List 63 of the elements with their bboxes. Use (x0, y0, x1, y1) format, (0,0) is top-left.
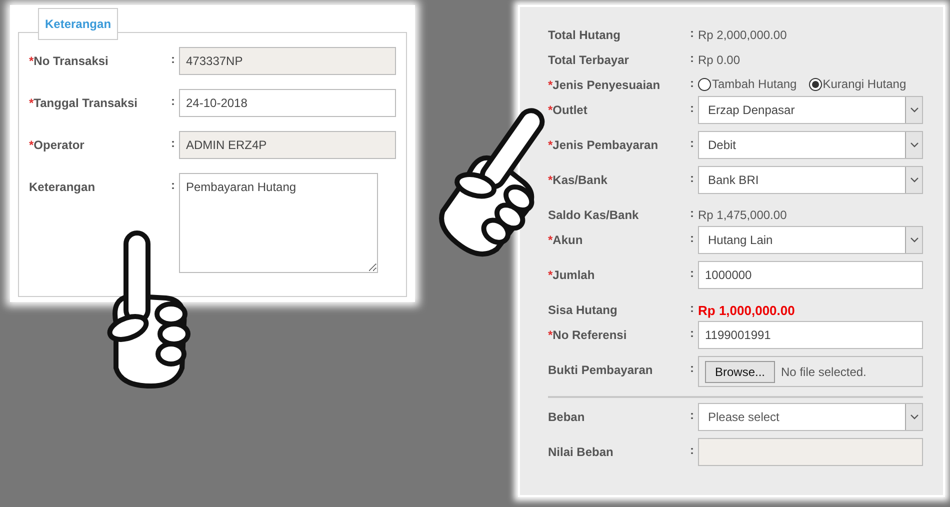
field-label: *No Transaksi (29, 53, 110, 70)
input-field[interactable]: 24-10-2018 (179, 89, 396, 117)
field-label: Nilai Beban (548, 444, 614, 461)
colon-text: : (171, 51, 176, 68)
colon-text: : (171, 177, 176, 194)
field-label: *Tanggal Transaksi (29, 95, 138, 112)
field-label: Total Hutang (548, 27, 622, 44)
radio-option[interactable]: Kurangi Hutang (808, 71, 906, 93)
field-label: Sisa Hutang (548, 302, 618, 319)
field-label: Total Terbayar (548, 52, 630, 69)
field-label: *Operator (29, 137, 86, 154)
chevron-icon (910, 142, 918, 148)
browse-button[interactable]: Browse... (705, 360, 776, 382)
colon-text: : (690, 25, 695, 42)
chevron-icon (910, 177, 918, 183)
chevron-icon (910, 107, 918, 113)
colon-text: : (690, 170, 695, 187)
colon-text: : (690, 325, 695, 342)
field-label: *Akun (548, 232, 584, 249)
field-label: *No Referensi (548, 327, 628, 344)
colon-text: : (690, 360, 695, 377)
chevron-icon (910, 237, 918, 243)
field-label: Bukti Pembayaran (548, 362, 654, 379)
colon-text: : (171, 135, 176, 152)
fieldset-legend: Keterangan (38, 8, 118, 40)
colon-text: : (690, 442, 695, 459)
field-label: *Jenis Penyesuaian (548, 77, 662, 94)
colon-text: : (171, 93, 176, 110)
chevron-icon (910, 414, 918, 420)
field-label: *Jenis Pembayaran (548, 137, 660, 154)
value-text: Rp 1,475,000.00 (698, 207, 787, 224)
select-field[interactable]: Debit (698, 131, 923, 159)
radio-option[interactable]: Tambah Hutang (698, 71, 797, 93)
colon-text: : (690, 75, 695, 92)
field-label: Keterangan (29, 179, 96, 196)
value-text: Rp 2,000,000.00 (698, 27, 787, 44)
colon-text: : (690, 407, 695, 424)
select-field[interactable]: Erzap Denpasar (698, 96, 923, 124)
colon-text: : (690, 265, 695, 282)
input-field[interactable]: 1199001991 (698, 321, 923, 349)
field-label: *Jumlah (548, 267, 596, 284)
text-area[interactable]: Pembayaran Hutang (179, 173, 378, 273)
file-field[interactable]: Browse... No file selected. (698, 356, 923, 387)
colon-text: : (690, 205, 695, 222)
file-status-text: No file selected. (781, 364, 866, 380)
input-field[interactable]: ADMIN ERZ4P (179, 131, 396, 159)
colon-text: : (690, 135, 695, 152)
input-field[interactable]: 473337NP (179, 47, 396, 75)
colon-text: : (690, 100, 695, 117)
field-label: Beban (548, 409, 586, 426)
colon-text: : (690, 300, 695, 317)
field-label: *Outlet (548, 102, 588, 119)
select-field[interactable]: Bank BRI (698, 166, 923, 194)
input-field[interactable] (698, 438, 923, 466)
input-field[interactable]: 1000000 (698, 261, 923, 289)
value-text: Rp 1,000,000.00 (698, 302, 795, 320)
colon-text: : (690, 50, 695, 67)
field-label: *Kas/Bank (548, 172, 608, 189)
select-field[interactable]: Hutang Lain (698, 226, 923, 254)
field-label: Saldo Kas/Bank (548, 207, 640, 224)
value-text: Rp 0.00 (698, 52, 740, 69)
colon-text: : (690, 230, 695, 247)
select-field[interactable]: Please select (698, 403, 923, 431)
